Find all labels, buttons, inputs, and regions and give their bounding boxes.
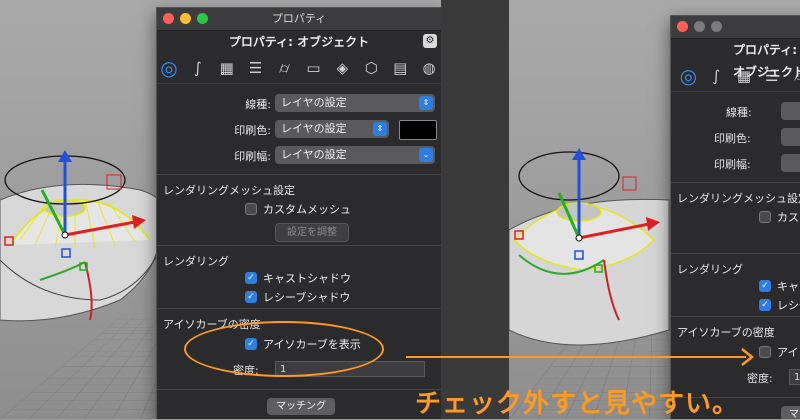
surface-icon[interactable]: ▤ [388, 56, 412, 80]
window-titlebar: プロパティ [157, 8, 441, 31]
print-color-row-after: 印刷色: [671, 124, 800, 150]
print-width-row: 印刷幅: レイヤの設定 ⌄ [157, 142, 441, 168]
subtitle-text-after: プロパティ: オブジェクト [733, 43, 800, 79]
receive-shadows-checkbox-after[interactable]: ✓ レシー [759, 297, 800, 313]
curve-icon[interactable]: ∫ [705, 64, 728, 88]
render-mesh-heading: レンダリングメッシュ設定 [163, 184, 295, 197]
texture-icon[interactable]: ◈ [330, 56, 354, 80]
rendering-section: レンダリング ✓ キャストシャドウ ✓ レシーブシャドウ [157, 245, 441, 308]
cylinder-icon[interactable]: ⌭ [273, 56, 297, 80]
linetype-dropdown-after[interactable] [781, 102, 800, 120]
properties-panel-after: プロパティ: オブジェクト ◎ ∫ ▦ ☰ ⌭ 線種: 印刷色: 印刷幅: レン… [670, 15, 800, 419]
linetype-row-after: 線種: [671, 98, 800, 124]
print-width-row-after: 印刷幅: [671, 150, 800, 176]
custom-mesh-checkbox[interactable]: カスタムメッシュ [245, 201, 351, 217]
cast-shadows-checkbox[interactable]: ✓ キャストシャドウ [245, 270, 351, 286]
receive-shadows-label: レシーブシャドウ [263, 291, 351, 304]
minimize-button[interactable] [180, 13, 191, 24]
linetype-value: レイヤの設定 [281, 96, 347, 109]
checkmark-icon: ✓ [759, 280, 771, 292]
subtitle-text: プロパティ: オブジェクト [228, 35, 370, 49]
chevron-updown-icon: ⇕ [373, 122, 387, 136]
checkmark-icon: ✓ [245, 291, 257, 303]
print-color-dropdown[interactable]: レイヤの設定 ⇕ [275, 120, 389, 138]
print-width-label-after: 印刷幅: [714, 158, 751, 171]
receive-shadows-label-after: レシー [777, 299, 800, 312]
print-color-label: 印刷色: [234, 124, 271, 137]
close-button[interactable] [677, 21, 688, 32]
linetype-label-after: 線種: [726, 106, 752, 119]
zoom-button[interactable] [711, 21, 722, 32]
material-icon[interactable]: ▦ [215, 56, 239, 80]
checkmark-icon: ✓ [759, 299, 771, 311]
window-controls [163, 13, 208, 24]
adjust-settings-button[interactable]: 設定を調整 [275, 223, 349, 242]
zoom-button[interactable] [197, 13, 208, 24]
minimize-button[interactable] [694, 21, 705, 32]
cast-shadows-checkbox-after[interactable]: ✓ キャス [759, 278, 800, 294]
cast-shadows-label-after: キャス [777, 280, 800, 293]
print-width-dropdown[interactable]: レイヤの設定 ⌄ [275, 146, 435, 164]
highlight-ellipse [184, 321, 384, 377]
checkbox-unchecked [759, 211, 771, 223]
linetype-dropdown[interactable]: レイヤの設定 ⇕ [275, 94, 435, 112]
print-color-dropdown-after[interactable] [781, 128, 800, 146]
custom-mesh-label-after: カスタ [777, 211, 800, 224]
object-props-icon[interactable]: ◎ [677, 64, 700, 88]
close-button[interactable] [163, 13, 174, 24]
linetype-label: 線種: [245, 98, 271, 111]
layers-icon[interactable]: ☰ [244, 56, 268, 80]
print-width-dropdown-after[interactable] [781, 154, 800, 172]
print-color-row: 印刷色: レイヤの設定 ⇕ [157, 116, 441, 142]
sphere-icon[interactable]: ◍ [417, 56, 441, 80]
window-title: プロパティ [271, 12, 327, 25]
property-tabs: ◎ ∫ ▦ ☰ ⌭ ▭ ◈ ⬡ ▤ ◍ [157, 53, 441, 84]
isocurve-heading-after: アイソカーブの密度 [677, 326, 775, 339]
rendering-heading: レンダリング [163, 255, 229, 268]
density-input-after[interactable]: 1 [789, 369, 800, 385]
box-icon[interactable]: ⬡ [359, 56, 383, 80]
print-color-swatch[interactable] [399, 120, 437, 140]
panel-subtitle-after: プロパティ: オブジェクト [671, 39, 800, 79]
checkbox-unchecked [245, 203, 257, 215]
page-icon[interactable]: ▭ [302, 56, 326, 80]
custom-mesh-label: カスタムメッシュ [263, 203, 351, 216]
density-label-after: 密度: [747, 372, 773, 385]
annotation-text: チェック外すと見やすい。 [415, 389, 740, 419]
render-mesh-heading-after: レンダリングメッシュ設定 [677, 192, 800, 205]
show-isocurve-checkbox-after[interactable]: アイソ [759, 344, 800, 360]
window-controls-after [677, 21, 722, 32]
print-width-value: レイヤの設定 [281, 148, 347, 161]
panel-subtitle: プロパティ: オブジェクト ⚙ [157, 31, 441, 53]
object-props-icon[interactable]: ◎ [157, 56, 181, 80]
checkmark-icon: ✓ [245, 272, 257, 284]
print-width-label: 印刷幅: [234, 150, 271, 163]
matching-button-after[interactable]: マ [781, 406, 800, 419]
matching-button[interactable]: マッチング [267, 398, 335, 415]
show-isocurve-label-after: アイソ [777, 346, 800, 359]
print-color-value: レイヤの設定 [281, 122, 347, 135]
matching-section: マッチング [157, 389, 441, 419]
rendering-section-after: レンダリング ✓ キャス ✓ レシー [671, 253, 800, 316]
curve-icon[interactable]: ∫ [186, 56, 210, 80]
checkbox-unchecked [759, 346, 771, 358]
window-titlebar-after [671, 16, 800, 39]
arrow-head-icon [741, 348, 755, 366]
render-mesh-section: レンダリングメッシュ設定 カスタムメッシュ 設定を調整 [157, 174, 441, 245]
rendering-heading-after: レンダリング [677, 263, 743, 276]
cast-shadows-label: キャストシャドウ [263, 272, 351, 285]
annotation-arrow-line [406, 356, 746, 358]
chevron-updown-icon: ⇕ [419, 96, 433, 110]
print-color-label-after: 印刷色: [714, 132, 751, 145]
render-mesh-section-after: レンダリングメッシュ設定 カスタ [671, 182, 800, 253]
custom-mesh-checkbox-after[interactable]: カスタ [759, 209, 800, 225]
gear-icon[interactable]: ⚙ [423, 34, 437, 48]
chevron-down-icon: ⌄ [419, 148, 433, 162]
linetype-row: 線種: レイヤの設定 ⇕ [157, 90, 441, 116]
receive-shadows-checkbox[interactable]: ✓ レシーブシャドウ [245, 289, 350, 305]
